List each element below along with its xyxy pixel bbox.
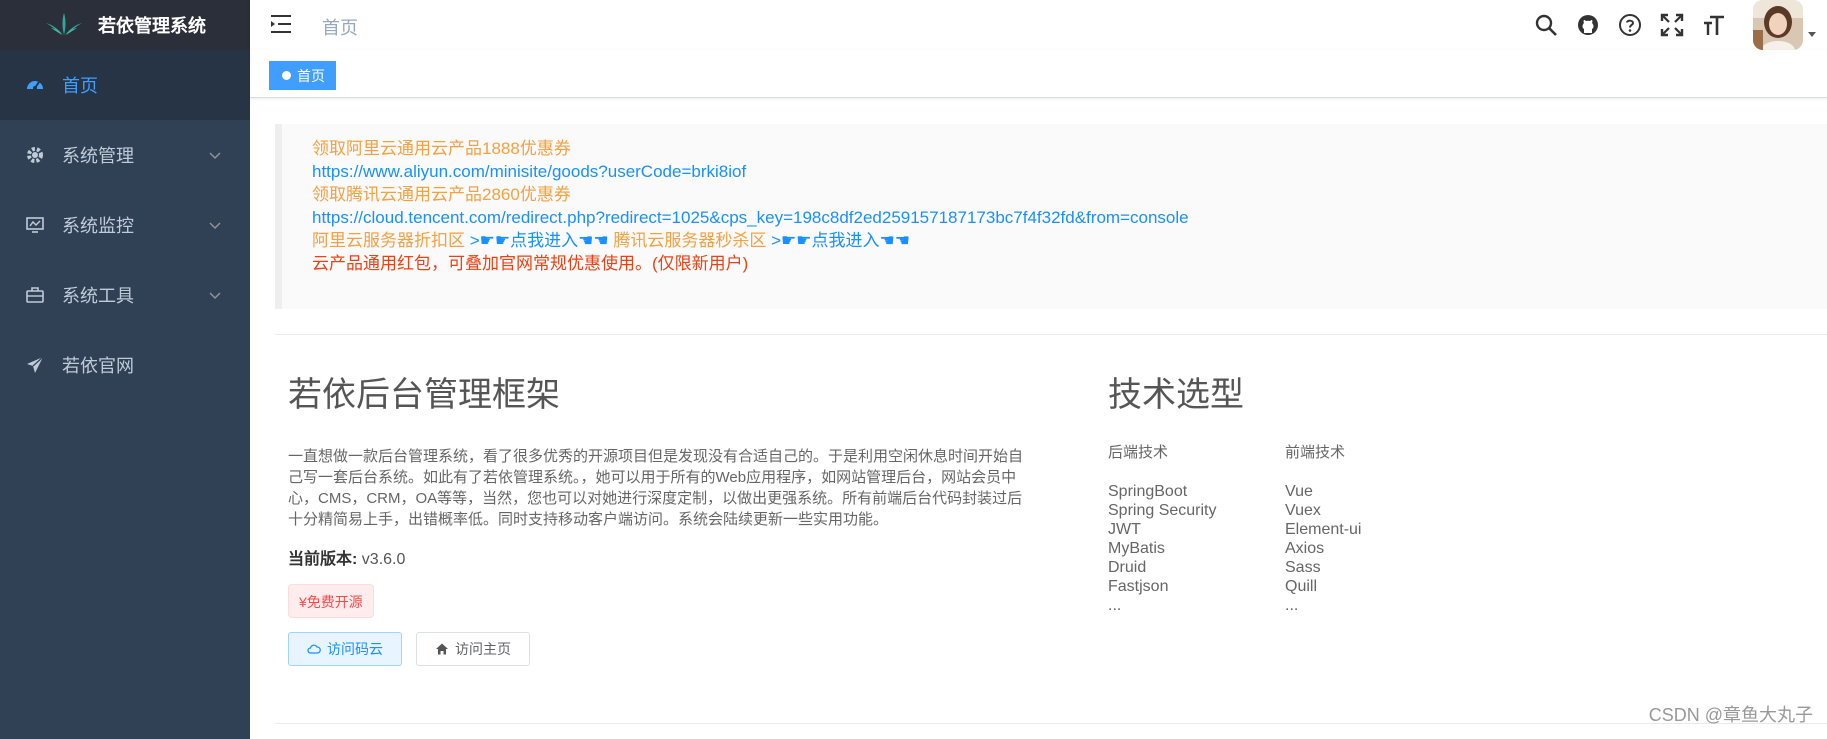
fullscreen-icon[interactable] xyxy=(1659,12,1685,38)
promo-notice: 领取阿里云通用云产品1888优惠券 https://www.aliyun.com… xyxy=(275,124,1827,309)
backend-heading: 后端技术 xyxy=(1108,444,1169,461)
frontend-list: Vue Vuex Element-ui Axios Sass Quill ... xyxy=(1285,482,1462,615)
tencent-server-link[interactable]: >☛☛点我进入☚☚ xyxy=(771,231,910,250)
chevron-down-icon xyxy=(209,292,221,300)
frontend-heading: 前端技术 xyxy=(1285,444,1346,461)
question-icon[interactable] xyxy=(1617,12,1643,38)
sidebar-item-label: 首页 xyxy=(62,76,98,96)
sidebar-item-home[interactable]: 首页 xyxy=(0,50,250,120)
sidebar-item-ruoyi-website[interactable]: 若依官网 xyxy=(0,330,250,400)
aliyun-coupon-link[interactable]: https://www.aliyun.com/minisite/goods?us… xyxy=(312,160,1827,183)
chevron-down-icon xyxy=(209,222,221,230)
hamburger-icon[interactable] xyxy=(270,13,292,35)
list-item: Druid xyxy=(1108,559,1147,576)
tag-home[interactable]: 首页 xyxy=(269,61,336,90)
list-item: ... xyxy=(1108,597,1122,614)
app-title: 若依管理系统 xyxy=(98,16,206,36)
sidebar-item-label: 系统监控 xyxy=(62,216,134,236)
list-item: Quill xyxy=(1285,578,1318,595)
breadcrumb: 首页 xyxy=(322,18,358,38)
list-item: Vue xyxy=(1285,483,1313,500)
version-label: 当前版本: xyxy=(288,551,358,568)
navbar: 首页 xyxy=(250,0,1827,50)
backend-column: 后端技术 SpringBoot Spring Security JWT MyBa… xyxy=(1108,441,1285,615)
tencent-server-label: 腾讯云服务器秒杀区 xyxy=(613,231,767,250)
caret-down-icon[interactable] xyxy=(1807,29,1817,39)
navbar-right-menu xyxy=(1533,0,1827,50)
tencent-coupon-text: 领取腾讯云通用云产品2860优惠券 xyxy=(312,185,571,204)
tech-columns: 后端技术 SpringBoot Spring Security JWT MyBa… xyxy=(1108,441,1608,615)
main-content: 领取阿里云通用云产品1888优惠券 https://www.aliyun.com… xyxy=(250,99,1827,739)
aliyun-server-label: 阿里云服务器折扣区 xyxy=(312,231,465,250)
sidebar-menu: 首页 系统管理 系统监控 系统工具 若依官网 xyxy=(0,50,250,400)
sidebar-item-system-management[interactable]: 系统管理 xyxy=(0,120,250,190)
framework-description: 一直想做一款后台管理系统，看了很多优秀的开源项目但是发现没有合适自己的。于是利用… xyxy=(288,448,1024,528)
list-item: Sass xyxy=(1285,559,1321,576)
sidebar-item-label: 系统工具 xyxy=(62,286,134,306)
list-item: Axios xyxy=(1285,540,1325,557)
list-item: SpringBoot xyxy=(1108,483,1188,500)
button-group: 访问码云 访问主页 xyxy=(288,632,1028,666)
dashboard-icon xyxy=(24,74,46,96)
server-zone-line: 阿里云服务器折扣区 >☛☛点我进入☚☚ 腾讯云服务器秒杀区 >☛☛点我进入☚☚ xyxy=(312,229,1827,252)
backend-list: SpringBoot Spring Security JWT MyBatis D… xyxy=(1108,482,1285,615)
list-item: JWT xyxy=(1108,521,1141,538)
aliyun-coupon-text: 领取阿里云通用云产品1888优惠券 xyxy=(312,139,571,158)
monitor-icon xyxy=(24,214,46,236)
visit-gitee-label: 访问码云 xyxy=(327,641,383,657)
tag-label: 首页 xyxy=(297,67,325,84)
aliyun-server-link[interactable]: >☛☛点我进入☚☚ xyxy=(470,231,609,250)
cloud-icon xyxy=(307,644,321,654)
home-icon xyxy=(436,643,448,655)
gear-icon xyxy=(24,144,46,166)
visit-homepage-button[interactable]: 访问主页 xyxy=(416,632,530,666)
sidebar-item-system-monitor[interactable]: 系统监控 xyxy=(0,190,250,260)
chevron-down-icon xyxy=(209,152,221,160)
logo-icon xyxy=(46,13,82,35)
active-dot-icon xyxy=(282,71,291,80)
tencent-coupon-link[interactable]: https://cloud.tencent.com/redirect.php?r… xyxy=(312,206,1827,229)
toolbox-icon xyxy=(24,284,46,306)
avatar[interactable] xyxy=(1753,0,1803,50)
tech-stack-section: 技术选型 后端技术 SpringBoot Spring Security JWT… xyxy=(1108,367,1608,615)
sidebar-logo[interactable]: 若依管理系统 xyxy=(0,0,250,50)
list-item: MyBatis xyxy=(1108,540,1165,557)
divider xyxy=(275,723,1827,724)
sidebar-item-system-tools[interactable]: 系统工具 xyxy=(0,260,250,330)
visit-homepage-label: 访问主页 xyxy=(455,641,511,657)
list-item: Vuex xyxy=(1285,502,1321,519)
watermark: CSDN @章鱼大丸子 xyxy=(1648,705,1813,725)
framework-section: 若依后台管理框架 一直想做一款后台管理系统，看了很多优秀的开源项目但是发现没有合… xyxy=(288,367,1028,666)
list-item: Fastjson xyxy=(1108,578,1169,595)
list-item: Element-ui xyxy=(1285,521,1362,538)
version-value: v3.6.0 xyxy=(361,551,406,568)
list-item: Spring Security xyxy=(1108,502,1217,519)
font-size-icon[interactable] xyxy=(1701,12,1727,38)
sidebar: 若依管理系统 首页 系统管理 系统监控 系统工具 若依官网 xyxy=(0,0,250,739)
frontend-column: 前端技术 Vue Vuex Element-ui Axios Sass Quil… xyxy=(1285,441,1462,615)
visit-gitee-button[interactable]: 访问码云 xyxy=(288,632,402,666)
divider xyxy=(275,334,1827,335)
tags-view: 首页 xyxy=(250,50,1827,98)
sidebar-item-label: 系统管理 xyxy=(62,146,134,166)
red-packet-text: 云产品通用红包，可叠加官网常规优惠使用。(仅限新用户) xyxy=(312,254,749,273)
search-icon[interactable] xyxy=(1533,12,1559,38)
version-line: 当前版本: v3.6.0 xyxy=(288,545,1028,569)
list-item: ... xyxy=(1285,597,1299,614)
send-icon xyxy=(24,354,46,376)
framework-title: 若依后台管理框架 xyxy=(288,376,560,414)
tech-stack-title: 技术选型 xyxy=(1108,376,1244,414)
free-open-source-tag: ¥免费开源 xyxy=(288,584,374,618)
sidebar-item-label: 若依官网 xyxy=(62,356,134,376)
github-icon[interactable] xyxy=(1575,12,1601,38)
